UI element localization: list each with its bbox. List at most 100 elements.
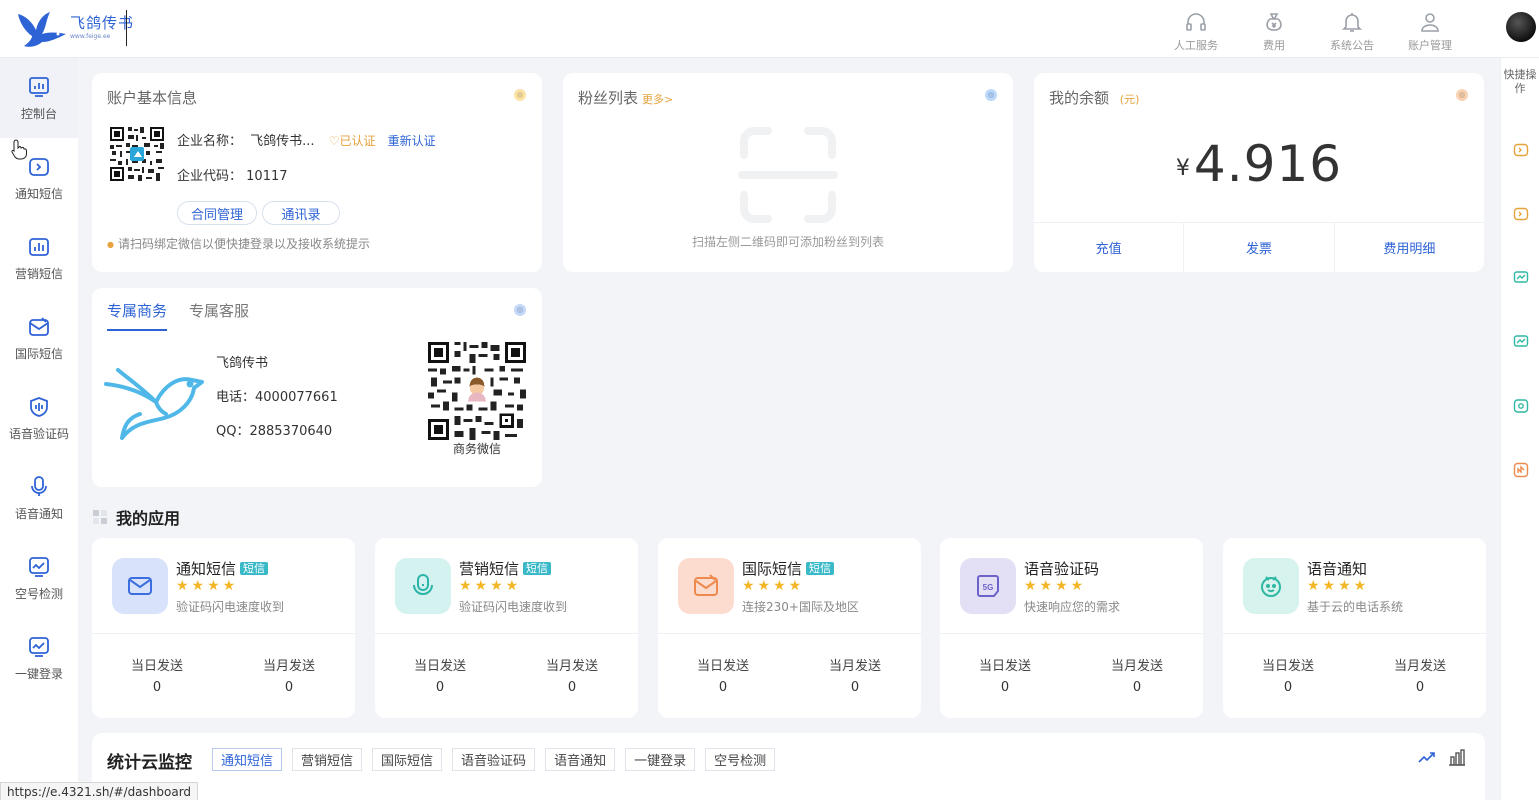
cloud-monitor-card: 统计云监控 通知短信 营销短信 国际短信 语音验证码 语音通知 一键登录 空号检… (92, 733, 1485, 800)
app-stat-today: 当日发送 0 (950, 655, 1060, 695)
empty-number-icon (29, 556, 49, 577)
monitor-tab-voice-notify[interactable]: 语音通知 (545, 748, 616, 771)
header-announcements[interactable]: 系统公告 (1313, 10, 1391, 53)
app-name: 语音通知 (1307, 560, 1368, 578)
wechat-qr-code[interactable] (110, 127, 164, 181)
app-card-intl-sms[interactable]: 国际短信 短信 ★★★★ 连接230+国际及地区 当日发送 0 当月发送 0 (658, 538, 921, 718)
app-name-row: 语音验证码 (1024, 558, 1099, 579)
status-dot (985, 89, 997, 101)
app-divider (1223, 633, 1486, 634)
monitor-tab-intl-sms[interactable]: 国际短信 (372, 748, 443, 771)
quick-sms-icon[interactable] (1513, 206, 1529, 222)
app-name: 营销短信 (459, 560, 520, 578)
rating-stars: ★★★★ (459, 578, 522, 594)
scan-frame-icon (738, 127, 838, 223)
stat-label: 当月发送 (1393, 659, 1446, 674)
stat-label: 当月发送 (545, 659, 598, 674)
sidebar-item-voice-notify[interactable]: 语音通知 (0, 458, 78, 538)
contact-name: 飞鸽传书 (216, 356, 269, 371)
user-avatar[interactable] (1506, 12, 1536, 42)
sidebar-item-one-click-login[interactable]: 一键登录 (0, 618, 78, 698)
app-card-voice-code[interactable]: 5G 语音验证码 ★★★★ 快速响应您的需求 当日发送 0 当月发送 0 (940, 538, 1203, 718)
business-wechat-qr-code[interactable] (428, 342, 526, 440)
sidebar-item-label: 营销短信 (14, 266, 63, 281)
sidebar-item-intl-sms[interactable]: 国际短信 (0, 298, 78, 378)
balance-card: 我的余额 (元) ¥4.916 充值 发票 费用明细 (1034, 73, 1484, 272)
sidebar-item-empty-number[interactable]: 空号检测 (0, 538, 78, 618)
recharge-button[interactable]: 充值 (1034, 223, 1185, 272)
monitor-tab-empty-number[interactable]: 空号检测 (705, 748, 776, 771)
sidebar-item-label: 语音通知 (14, 506, 63, 521)
status-dot (1456, 89, 1468, 101)
line-chart-icon[interactable] (1417, 747, 1437, 767)
link-status-bar: https://e.4321.sh/#/dashboard (0, 782, 199, 800)
invoice-button[interactable]: 发票 (1184, 223, 1335, 272)
hand-cursor-icon (11, 139, 27, 160)
app-desc: 验证码闪电速度收到 (459, 600, 568, 614)
sidebar-item-label: 一键登录 (14, 666, 63, 681)
my-apps-header: 我的应用 (92, 505, 180, 529)
user-icon (1421, 13, 1439, 32)
header-account[interactable]: 账户管理 (1391, 10, 1469, 53)
app-stat-month: 当月发送 0 (1082, 655, 1192, 695)
top-header: 飞鸽传书 www.feige.ee 人工服务 费用 系统公告 账户管理 (0, 0, 1539, 58)
bind-wechat-hint: 请扫码绑定微信以便快捷登录以及接收系统提示 (107, 235, 370, 252)
sidebar-item-marketing-sms[interactable]: 营销短信 (0, 218, 78, 298)
app-icon-wrap (395, 558, 451, 614)
grid-icon (93, 510, 107, 524)
headset-icon (1186, 13, 1206, 31)
quick-voice-icon[interactable] (1513, 398, 1529, 414)
status-dot (514, 89, 526, 101)
rating-stars: ★★★★ (742, 578, 805, 594)
company-code-row: 企业代码： 10117 (177, 165, 288, 184)
monitor-tab-marketing-sms[interactable]: 营销短信 (292, 748, 363, 771)
monitor-tab-voice-code[interactable]: 语音验证码 (452, 748, 536, 771)
app-card-voice-notify[interactable]: 语音通知 ★★★★ 基于云的电话系统 当日发送 0 当月发送 0 (1223, 538, 1486, 718)
header-fees[interactable]: 费用 (1235, 10, 1313, 53)
stat-value: 0 (1132, 680, 1142, 695)
fee-details-button[interactable]: 费用明细 (1335, 223, 1484, 272)
contract-management-button[interactable]: 合同管理 (177, 201, 257, 225)
brand-logo[interactable]: 飞鸽传书 www.feige.ee (16, 8, 134, 48)
verified-badge: ♡已认证 (329, 134, 376, 148)
stat-label: 当月发送 (1110, 659, 1163, 674)
header-support[interactable]: 人工服务 (1157, 10, 1235, 53)
tab-business[interactable]: 专属商务 (107, 300, 168, 331)
app-card-marketing-sms[interactable]: 营销短信 短信 ★★★★ 验证码闪电速度收到 当日发送 0 当月发送 0 (375, 538, 638, 718)
quick-chart-icon[interactable] (1513, 462, 1529, 478)
app-desc: 快速响应您的需求 (1024, 600, 1121, 614)
stat-value: 0 (1000, 680, 1010, 695)
stat-label: 当日发送 (978, 659, 1031, 674)
bell-icon (1342, 13, 1362, 32)
quick-sms-icon[interactable] (1513, 142, 1529, 158)
sidebar-item-voice-code[interactable]: 语音验证码 (0, 378, 78, 458)
app-stat-month: 当月发送 0 (517, 655, 627, 695)
contact-qq: QQ：2885370640 (216, 424, 333, 439)
app-card-notify-sms[interactable]: 通知短信 短信 ★★★★ 验证码闪电速度收到 当日发送 0 当月发送 0 (92, 538, 355, 718)
dashboard-icon (29, 76, 49, 97)
company-name-label: 企业名称： (177, 134, 243, 149)
quick-monitor-icon[interactable] (1513, 270, 1529, 286)
contacts-button[interactable]: 通讯录 (262, 201, 340, 225)
fans-more-link[interactable]: 更多> (642, 93, 673, 106)
bar-chart-icon[interactable] (1447, 747, 1467, 767)
stat-label: 当日发送 (130, 659, 183, 674)
currency-symbol: ¥ (1175, 156, 1190, 181)
monitor-tab-one-click-login[interactable]: 一键登录 (625, 748, 696, 771)
app-name: 语音验证码 (1024, 560, 1100, 578)
app-tag: 短信 (523, 562, 552, 575)
my-apps-title: 我的应用 (116, 509, 181, 528)
recertify-link[interactable]: 重新认证 (388, 134, 436, 148)
app-name-row: 语音通知 (1307, 558, 1367, 579)
fans-list-title: 粉丝列表 (578, 89, 639, 107)
monitor-tab-notify-sms[interactable]: 通知短信 (212, 748, 283, 771)
tab-customer-service[interactable]: 专属客服 (189, 300, 249, 331)
quick-monitor-icon[interactable] (1513, 334, 1529, 350)
svg-text:5G: 5G (983, 583, 994, 592)
sidebar-item-label: 国际短信 (14, 346, 63, 361)
sidebar-item-dashboard[interactable]: 控制台 (0, 58, 78, 138)
dedicated-contact-card: 专属商务 专属客服 飞鸽传书 电话：4000077661 QQ：28853706… (92, 288, 542, 487)
status-dot (514, 304, 526, 316)
rating-stars: ★★★★ (176, 578, 239, 594)
notify-sms-icon (29, 157, 49, 176)
